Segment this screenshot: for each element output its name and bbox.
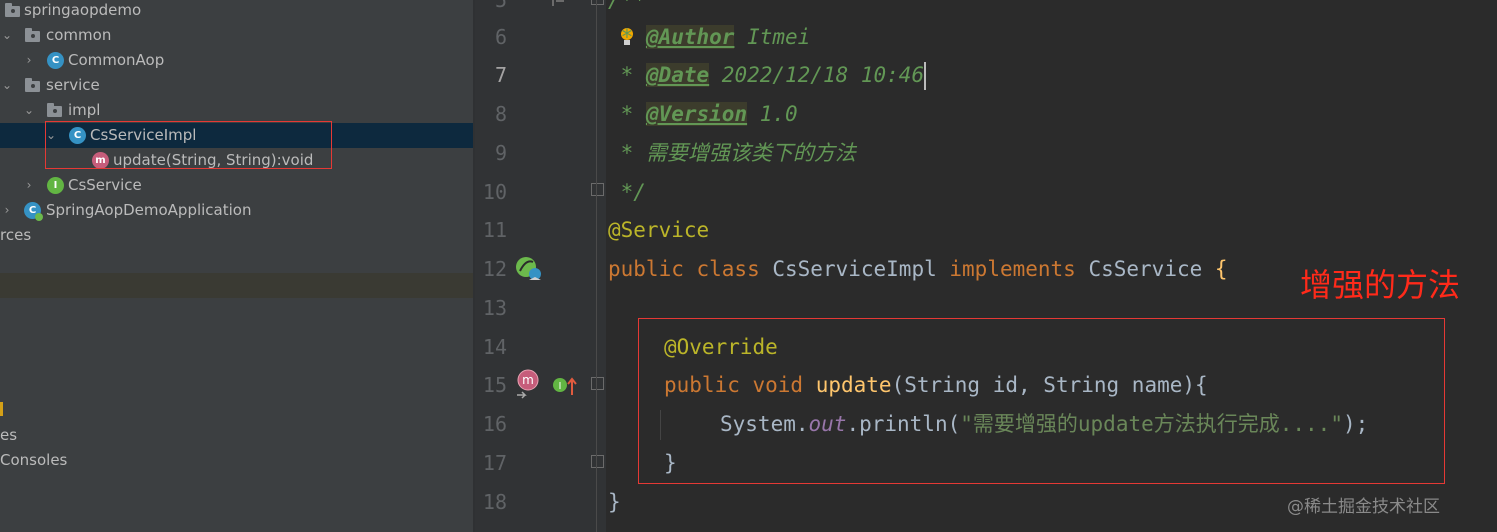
spring-bean-icon[interactable] bbox=[515, 256, 545, 284]
code-line-9[interactable]: * 需要增强该类下的方法 bbox=[608, 134, 856, 172]
code-editor[interactable]: 5 6 7 8 9 10 11 12 13 14 15 16 17 18 m I bbox=[475, 0, 1497, 532]
tree-item-commonaop[interactable]: › C CommonAop bbox=[0, 48, 473, 73]
line-number: 5 bbox=[494, 0, 507, 12]
highlight-box-tree bbox=[45, 121, 332, 169]
class-name: CsServiceImpl bbox=[772, 257, 950, 281]
spring-boot-app-icon: C bbox=[24, 202, 43, 221]
code-line-12[interactable]: public class CsServiceImpl implements Cs… bbox=[608, 250, 1228, 288]
interface-name: CsService bbox=[1088, 257, 1215, 281]
class-icon: C bbox=[47, 52, 64, 69]
chevron-right-icon[interactable]: › bbox=[22, 173, 36, 198]
line-number: 6 bbox=[494, 25, 507, 49]
keyword: public class bbox=[608, 257, 773, 281]
line-number: 8 bbox=[494, 102, 507, 126]
tree-item-label: common bbox=[46, 26, 112, 44]
tree-item-consoles[interactable]: Consoles bbox=[0, 448, 473, 473]
tree-item-label: Consoles bbox=[0, 451, 68, 469]
tree-item-label: CsService bbox=[68, 176, 142, 194]
line-number: 7 bbox=[494, 63, 507, 87]
code-line-18[interactable]: } bbox=[608, 483, 621, 521]
bookmark-icon[interactable] bbox=[550, 0, 566, 6]
line-number: 16 bbox=[482, 412, 507, 436]
tree-item-label: es bbox=[0, 426, 18, 444]
javadoc-tag: @Date bbox=[645, 63, 710, 87]
code-line-6[interactable]: * @Author Itmei bbox=[608, 18, 810, 56]
fold-marker-icon[interactable] bbox=[591, 0, 604, 5]
chevron-down-icon[interactable]: ⌄ bbox=[0, 73, 14, 98]
svg-text:m: m bbox=[522, 373, 534, 387]
line-number: 14 bbox=[482, 335, 507, 359]
marker-icon bbox=[0, 402, 3, 416]
fold-marker-icon[interactable] bbox=[591, 455, 604, 468]
chevron-down-icon[interactable]: ⌄ bbox=[22, 98, 36, 123]
tree-item-scratches[interactable]: es bbox=[0, 423, 473, 448]
line-number: 18 bbox=[482, 490, 507, 514]
annotation-note: 增强的方法 bbox=[1300, 266, 1461, 304]
tree-item-common[interactable]: ⌄ common bbox=[0, 23, 473, 48]
doc-star: * bbox=[608, 25, 646, 49]
doc-star: * bbox=[608, 102, 646, 126]
chevron-down-icon[interactable]: ⌄ bbox=[0, 23, 14, 48]
chevron-right-icon[interactable]: › bbox=[22, 48, 36, 73]
line-number: 11 bbox=[482, 218, 507, 242]
watermark: @稀土掘金技术社区 bbox=[1287, 497, 1440, 517]
javadoc-text: Itmei bbox=[734, 25, 811, 49]
fold-marker-icon[interactable] bbox=[591, 377, 604, 390]
fold-marker-icon[interactable] bbox=[591, 183, 604, 196]
text-caret bbox=[924, 62, 927, 90]
override-method-icon[interactable]: m bbox=[515, 369, 543, 401]
line-number: 15 bbox=[482, 373, 507, 397]
project-tool-window: springaopdemo ⌄ common › C CommonAop ⌄ s… bbox=[0, 0, 473, 532]
gutter-divider bbox=[596, 0, 597, 532]
tree-item-resources[interactable]: rces bbox=[0, 223, 473, 248]
line-number: 9 bbox=[494, 141, 507, 165]
tree-item-service[interactable]: ⌄ service bbox=[0, 73, 473, 98]
implements-interface-icon[interactable]: I bbox=[552, 375, 578, 397]
tree-item-label: SpringAopDemoApplication bbox=[46, 201, 252, 219]
tree-item-springaopdemo[interactable]: springaopdemo bbox=[0, 0, 473, 23]
javadoc-text: 2022/12/18 10:46 bbox=[709, 63, 925, 87]
doc-star: * bbox=[608, 63, 646, 87]
tree-row-highlight[interactable] bbox=[0, 273, 473, 298]
tree-item-csservice[interactable]: › I CsService bbox=[0, 173, 473, 198]
folder-icon bbox=[25, 28, 40, 42]
line-number: 17 bbox=[482, 451, 507, 475]
svg-text:I: I bbox=[559, 381, 562, 392]
line-number: 10 bbox=[482, 180, 507, 204]
code-line-7[interactable]: * @Date 2022/12/18 10:46 bbox=[608, 56, 927, 94]
brace: { bbox=[1214, 257, 1228, 281]
highlight-box-method bbox=[638, 318, 1445, 484]
code-line-5[interactable]: /** bbox=[608, 0, 646, 19]
tree-item-label: rces bbox=[0, 226, 32, 244]
tree-item-label: springaopdemo bbox=[24, 1, 142, 19]
code-line-10[interactable]: */ bbox=[608, 173, 646, 211]
tree-item-label: service bbox=[46, 76, 100, 94]
keyword: implements bbox=[949, 257, 1089, 281]
folder-icon bbox=[47, 103, 62, 117]
folder-icon bbox=[5, 3, 20, 17]
interface-icon: I bbox=[47, 177, 64, 194]
code-line-8[interactable]: * @Version 1.0 bbox=[608, 95, 798, 133]
tree-item-impl[interactable]: ⌄ impl bbox=[0, 98, 473, 123]
javadoc-text: 1.0 bbox=[747, 102, 798, 126]
line-number: 13 bbox=[482, 296, 507, 320]
folder-icon bbox=[25, 78, 40, 92]
code-line-11[interactable]: @Service bbox=[608, 211, 709, 249]
tree-item-label: impl bbox=[68, 101, 101, 119]
line-number: 12 bbox=[482, 257, 507, 281]
chevron-right-icon[interactable]: › bbox=[0, 198, 14, 223]
javadoc-tag: @Author bbox=[645, 25, 735, 49]
editor-gutter: 5 6 7 8 9 10 11 12 13 14 15 16 17 18 m I bbox=[475, 0, 633, 532]
tree-item-springaopdemoapplication[interactable]: › C SpringAopDemoApplication bbox=[0, 198, 473, 223]
tree-item-label: CommonAop bbox=[68, 51, 165, 69]
javadoc-tag: @Version bbox=[645, 102, 748, 126]
